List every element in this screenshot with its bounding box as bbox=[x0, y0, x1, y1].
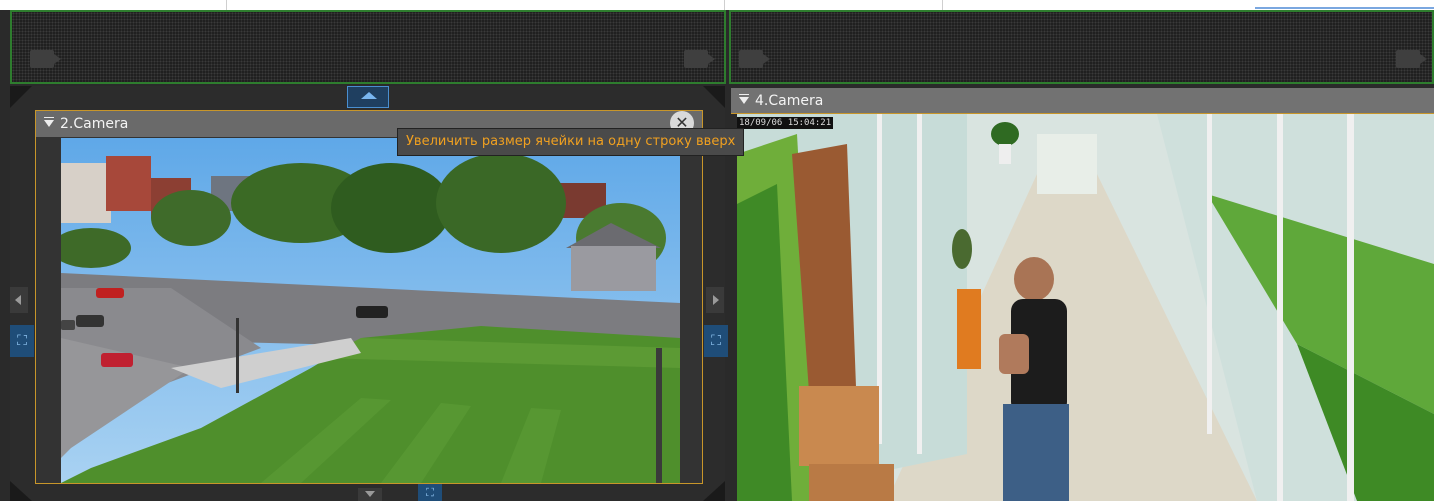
camera-off-icon bbox=[1396, 50, 1427, 68]
video-timestamp: 18/09/06 15:04:21 bbox=[737, 117, 834, 129]
column-separator bbox=[226, 0, 227, 10]
empty-cell-top-left[interactable] bbox=[10, 10, 726, 84]
camera-title-bar[interactable]: 4.Camera bbox=[731, 88, 1434, 114]
arrow-down-icon[interactable] bbox=[358, 488, 382, 501]
camera-title: 4.Camera bbox=[755, 93, 824, 109]
column-separator bbox=[942, 0, 943, 10]
camera-title: 2.Camera bbox=[60, 116, 129, 132]
top-strip bbox=[0, 0, 1434, 10]
selection-highlight bbox=[1255, 7, 1434, 9]
resize-icon[interactable]: ⛶ bbox=[704, 325, 728, 357]
camera-video-2[interactable] bbox=[61, 138, 680, 483]
corner-resize-handle[interactable] bbox=[703, 86, 725, 108]
tooltip: Увеличить размер ячейки на одну строку в… bbox=[397, 128, 745, 156]
resize-icon[interactable]: ⛶ bbox=[10, 325, 34, 357]
column-separator bbox=[724, 0, 725, 10]
arrow-left-icon[interactable] bbox=[10, 287, 28, 313]
camera-video-4[interactable] bbox=[737, 114, 1434, 501]
corner-resize-handle[interactable] bbox=[10, 481, 32, 501]
arrow-up-icon[interactable] bbox=[347, 86, 389, 108]
corner-resize-handle[interactable] bbox=[10, 86, 32, 108]
video-frame bbox=[737, 114, 1434, 501]
camera-off-icon bbox=[30, 50, 61, 68]
osd-date: 18/09/06 bbox=[739, 118, 783, 128]
arrow-right-icon[interactable] bbox=[706, 287, 724, 313]
empty-cell-top-right[interactable] bbox=[729, 10, 1434, 84]
camera-menu-icon[interactable] bbox=[44, 117, 54, 127]
video-frame bbox=[61, 138, 680, 483]
camera-menu-icon[interactable] bbox=[739, 94, 749, 104]
osd-time: 15:04:21 bbox=[787, 118, 832, 128]
camera-off-icon bbox=[739, 50, 770, 68]
camera-off-icon bbox=[684, 50, 715, 68]
corner-resize-handle[interactable] bbox=[703, 481, 725, 501]
resize-icon[interactable]: ⛶ bbox=[418, 484, 442, 501]
